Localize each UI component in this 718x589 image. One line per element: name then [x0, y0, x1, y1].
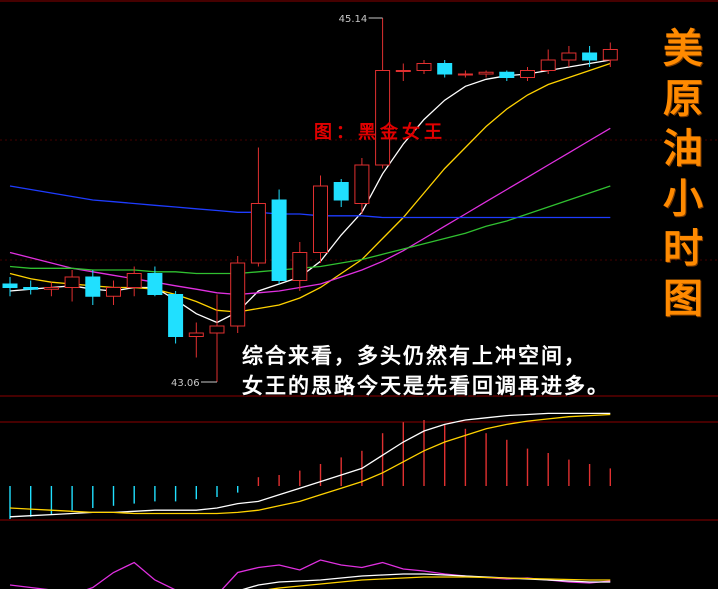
candle-up	[540, 59, 556, 71]
moving-average-line	[9, 185, 611, 275]
candle-down	[168, 294, 184, 337]
candle-up	[520, 70, 535, 78]
low-price-label: 43.06	[171, 378, 200, 389]
candle-up	[126, 273, 142, 288]
candle-up	[478, 71, 494, 75]
candle-up	[457, 73, 473, 76]
candle-up	[313, 185, 328, 253]
candle-up	[250, 203, 266, 264]
candle-down	[582, 52, 598, 61]
candle-up	[106, 287, 121, 297]
candle-down	[85, 276, 101, 297]
candle-down	[333, 182, 349, 201]
candle-down	[271, 199, 287, 281]
candle-down	[23, 287, 39, 290]
candle-up	[292, 252, 308, 281]
comment-line-1: 综合来看，多头仍然有上冲空间，	[242, 343, 587, 368]
side-title: 美 原 油 小 时 图	[655, 24, 711, 324]
candle-up	[416, 63, 432, 71]
candle-up	[230, 262, 246, 327]
side-title-char: 时	[663, 225, 703, 272]
moving-average-line	[9, 185, 611, 219]
indicator-panel-2	[9, 559, 611, 589]
candle-up	[188, 332, 204, 337]
candle-down	[2, 283, 18, 288]
side-title-char: 原	[663, 75, 703, 122]
candle-up	[561, 52, 577, 61]
moving-average-line	[9, 62, 611, 313]
candle-up	[354, 164, 370, 204]
chart-canvas: 45.14 43.06 美 原 油 小 时 图 图：黑金女王 综合来看，多头仍然…	[0, 0, 718, 589]
candle-up	[64, 276, 80, 288]
candle-up	[395, 70, 411, 72]
comment-line-2: 女王的思路今天是先看回调再进多。	[242, 373, 610, 398]
chart-svg: 45.14 43.06	[0, 0, 718, 589]
side-title-char: 油	[663, 125, 703, 172]
candle-up	[209, 325, 225, 334]
candle-up	[43, 287, 59, 290]
candle-down	[437, 63, 453, 75]
side-title-char: 美	[663, 25, 703, 72]
side-title-char: 小	[663, 175, 703, 222]
indicator-line	[9, 412, 611, 518]
side-title-char: 图	[663, 275, 703, 322]
high-price-label: 45.14	[339, 14, 368, 25]
indicator-panel-1	[9, 412, 611, 519]
candle-down	[499, 71, 515, 78]
candle-up	[602, 49, 618, 61]
indicator-line	[9, 413, 611, 515]
candle-down	[147, 273, 163, 295]
chart-caption: 图：黑金女王	[314, 122, 446, 143]
